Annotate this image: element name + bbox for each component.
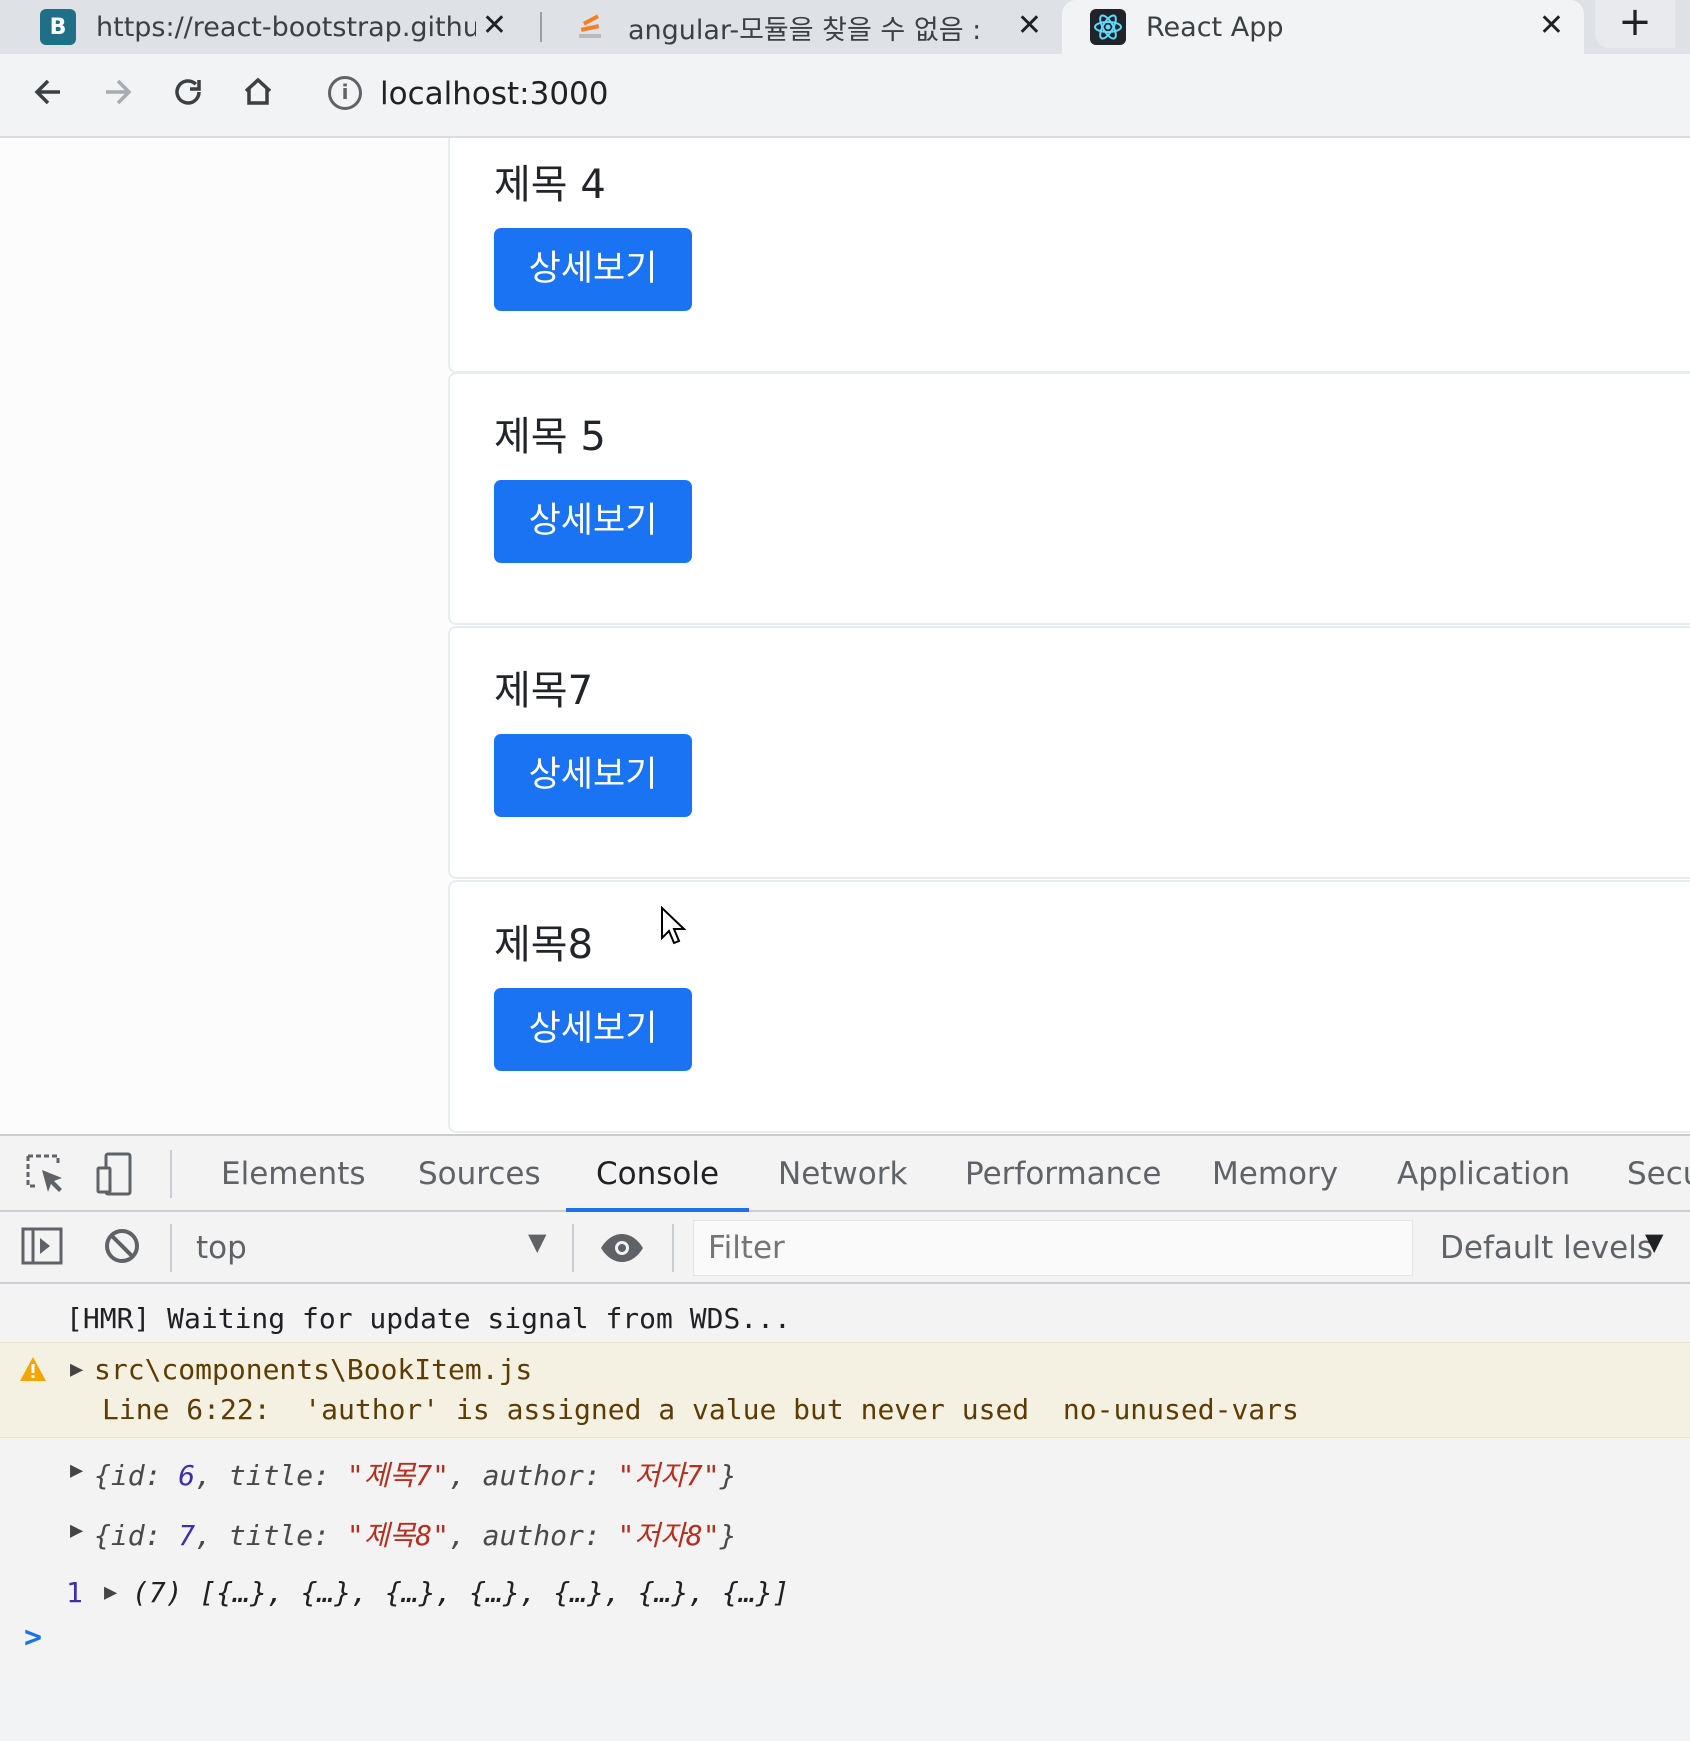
back-icon[interactable] (24, 72, 72, 120)
browser-tab-strip: B https://react-bootstrap.github.io ✕ an… (0, 0, 1690, 54)
console-filter-input[interactable] (693, 1220, 1413, 1276)
console-warning: ▶ src\components\BookItem.js Line 6:22: … (0, 1342, 1690, 1438)
home-icon[interactable] (234, 72, 282, 120)
devtools-tab-security[interactable]: Secu (1627, 1136, 1690, 1212)
device-toolbar-icon[interactable] (92, 1150, 140, 1198)
warning-icon (20, 1357, 46, 1381)
show-sidebar-icon[interactable] (20, 1224, 68, 1272)
expand-triangle-icon[interactable]: ▶ (70, 1518, 83, 1543)
console-message-hmr: [HMR] Waiting for update signal from WDS… (66, 1302, 791, 1335)
value-id: 6 (178, 1459, 196, 1492)
divider (170, 1224, 172, 1272)
value-title: "제목8" (346, 1519, 449, 1552)
log-levels-dropdown[interactable]: Default levels (1440, 1224, 1653, 1272)
divider (572, 1224, 574, 1272)
divider (672, 1224, 674, 1272)
devtools-panel: Elements Sources Console Network Perform… (0, 1134, 1690, 1672)
book-title: 제목 5 (494, 414, 606, 460)
console-log-array[interactable]: 1 ▶ (7) [{…}, {…}, {…}, {…}, {…}, {…}, {… (0, 1576, 1690, 1741)
forward-icon[interactable] (94, 72, 142, 120)
detail-button[interactable]: 상세보기 (494, 480, 692, 563)
object-preview: {id: 6, title: "제목7", author: "저자7"} (94, 1459, 737, 1492)
clear-console-icon[interactable] (100, 1224, 148, 1272)
expand-triangle-icon[interactable]: ▶ (70, 1458, 83, 1483)
value-title: "제목7" (346, 1459, 449, 1492)
tab-title: https://react-bootstrap.github.io (96, 11, 476, 43)
dropdown-arrow-icon: ▼ (528, 1228, 547, 1256)
close-tab-icon[interactable]: ✕ (1017, 8, 1042, 43)
close-tab-icon[interactable]: ✕ (1539, 8, 1564, 43)
console-output: [HMR] Waiting for update signal from WDS… (0, 1284, 1690, 1672)
object-preview: {id: 7, title: "제목8", author: "저자8"} (94, 1519, 737, 1552)
tab-title: React App (1146, 11, 1284, 43)
book-card: 제목 5 상세보기 (448, 372, 1690, 625)
console-toolbar: top ▼ Default levels ▼ (0, 1212, 1690, 1284)
divider (170, 1150, 172, 1198)
inspect-element-icon[interactable] (22, 1150, 70, 1198)
detail-button[interactable]: 상세보기 (494, 228, 692, 311)
react-icon (1090, 9, 1126, 45)
stackoverflow-icon (572, 9, 608, 45)
book-card: 제목7 상세보기 (448, 626, 1690, 879)
devtools-tab-application[interactable]: Application (1397, 1136, 1570, 1212)
page-viewport: 제목 4 상세보기 제목 5 상세보기 제목7 상세보기 제목8 상세보기 (0, 138, 1690, 1134)
devtools-tab-network[interactable]: Network (778, 1136, 907, 1212)
warning-message: Line 6:22: 'author' is assigned a value … (102, 1393, 1299, 1426)
browser-tab-react-app[interactable]: React App ✕ (1062, 0, 1584, 54)
devtools-tab-elements[interactable]: Elements (221, 1136, 366, 1212)
mouse-cursor-icon (661, 906, 687, 945)
page-left-margin (0, 138, 448, 1134)
devtools-tab-console[interactable]: Console (565, 1136, 750, 1212)
browser-toolbar: i localhost:3000 (0, 54, 1690, 138)
reload-icon[interactable] (164, 72, 212, 120)
book-card: 제목8 상세보기 (448, 880, 1690, 1133)
value-id: 7 (178, 1519, 196, 1552)
detail-button[interactable]: 상세보기 (494, 734, 692, 817)
devtools-tab-performance[interactable]: Performance (965, 1136, 1161, 1212)
browser-tab-stackoverflow[interactable]: angular-모듈을 찾을 수 없음 : 오 ✕ (572, 0, 1062, 54)
book-title: 제목7 (494, 668, 594, 714)
expand-triangle-icon[interactable]: ▶ (104, 1580, 117, 1605)
live-expression-eye-icon[interactable] (598, 1224, 646, 1272)
browser-tab-react-bootstrap[interactable]: B https://react-bootstrap.github.io ✕ (40, 0, 535, 54)
close-tab-icon[interactable]: ✕ (482, 8, 507, 43)
tab-separator (540, 12, 542, 42)
site-info-icon[interactable]: i (328, 76, 362, 110)
array-preview: (7) [{…}, {…}, {…}, {…}, {…}, {…}, {…}] (132, 1576, 790, 1609)
devtools-tab-sources[interactable]: Sources (418, 1136, 541, 1212)
new-tab-button[interactable]: + (1595, 0, 1675, 48)
book-card: 제목 4 상세보기 (448, 138, 1690, 373)
tab-title: angular-모듈을 찾을 수 없음 : 오 (628, 14, 988, 46)
detail-button[interactable]: 상세보기 (494, 988, 692, 1071)
dropdown-arrow-icon: ▼ (1645, 1228, 1664, 1256)
expand-triangle-icon[interactable]: ▶ (70, 1357, 83, 1382)
repeat-count-badge: 1 (66, 1576, 83, 1609)
book-title: 제목 4 (494, 162, 606, 208)
value-author: "저자8" (617, 1519, 720, 1552)
address-bar[interactable]: localhost:3000 (380, 74, 609, 114)
console-prompt[interactable]: > (24, 1620, 42, 1655)
devtools-tab-memory[interactable]: Memory (1212, 1136, 1338, 1212)
warning-source-file[interactable]: src\components\BookItem.js (94, 1353, 532, 1386)
devtools-tab-bar: Elements Sources Console Network Perform… (0, 1136, 1690, 1212)
context-selector[interactable]: top (196, 1224, 556, 1272)
bootstrap-icon: B (40, 9, 76, 45)
book-title: 제목8 (494, 922, 594, 968)
value-author: "저자7" (617, 1459, 720, 1492)
